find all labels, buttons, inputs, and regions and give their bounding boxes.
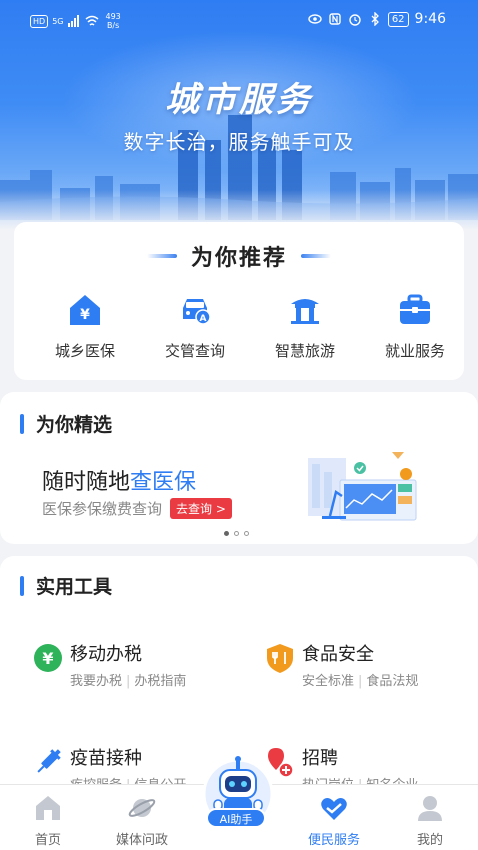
promo-headline-text: 随时随地 — [42, 470, 131, 495]
recommend-label: 智慧旅游 — [274, 342, 335, 360]
promo-subline: 医保参保缴费查询 去查询 > — [42, 498, 232, 519]
briefcase-icon — [400, 294, 430, 324]
featured-title: 为你精选 — [36, 414, 113, 436]
recommend-title: 为你推荐 — [190, 246, 287, 271]
promo-headline[interactable]: 随时随地查医保 — [42, 464, 196, 496]
recommend-header: 为你推荐 — [14, 240, 464, 272]
recommend-item-traffic-query[interactable]: A 交管查询 — [146, 292, 244, 361]
recommend-item-smart-tourism[interactable]: 智慧旅游 — [256, 292, 354, 361]
svg-text:A: A — [200, 314, 207, 324]
ai-assistant-label[interactable]: AI助手 — [206, 808, 266, 828]
section-bar — [20, 413, 24, 434]
featured-header: 为你精选 — [20, 410, 112, 437]
clock: 9:46 — [414, 11, 446, 27]
medical-insurance-icon: ¥ — [70, 295, 100, 325]
tool-link[interactable]: 我要办税 — [70, 674, 122, 689]
home-indicator — [0, 846, 478, 850]
carousel-dot[interactable] — [234, 531, 239, 536]
nav-media-politics[interactable]: 媒体问政 — [102, 793, 182, 848]
signal-type: 5G — [52, 16, 64, 26]
car-icon: A — [183, 299, 211, 325]
tool-name: 疫苗接种 — [70, 748, 142, 769]
tool-mobile-tax[interactable]: ¥ 移动办税 我要办税 | 办税指南 — [32, 640, 242, 700]
recommend-item-employment[interactable]: 就业服务 — [366, 292, 464, 361]
title-deco-right — [301, 254, 331, 258]
signal-icon — [68, 15, 80, 27]
carousel-dot-active[interactable] — [224, 531, 229, 536]
nav-home[interactable]: 首页 — [8, 793, 88, 848]
hero-subtitle: 数字长治，服务触手可及 — [123, 130, 355, 154]
hero-title: 城市服务 — [165, 80, 313, 120]
carousel-dots — [224, 531, 249, 536]
nav-mine[interactable]: 我的 — [390, 793, 470, 848]
speed-unit: B/s — [106, 21, 120, 30]
recommend-card: 为你推荐 ¥ 城乡医保 A 交管查询 智慧旅游 就业服务 — [14, 222, 464, 380]
tax-icon: ¥ — [34, 644, 62, 672]
carousel-dot[interactable] — [244, 531, 249, 536]
wifi-icon — [86, 15, 99, 26]
user-icon — [418, 796, 442, 821]
tool-name: 食品安全 — [302, 644, 374, 665]
tool-desc: 安全标准 | 食品法规 — [302, 670, 418, 689]
speed-value: 493 — [105, 12, 121, 21]
status-right: 62 9:46 — [308, 11, 446, 27]
planet-icon — [128, 799, 156, 817]
nav-convenience-services[interactable]: 便民服务 — [294, 793, 374, 848]
battery-indicator: 62 — [387, 11, 409, 27]
pavilion-icon — [291, 299, 319, 324]
food-safety-icon — [267, 644, 293, 673]
dashboard-illustration — [308, 452, 417, 521]
tool-link[interactable]: 办税指南 — [134, 674, 186, 689]
syringe-icon — [37, 749, 61, 773]
tool-desc: 我要办税 | 办税指南 — [70, 670, 186, 689]
tool-name: 招聘 — [302, 748, 338, 769]
tool-link[interactable]: 安全标准 — [302, 674, 354, 689]
tool-food-safety[interactable]: 食品安全 安全标准 | 食品法规 — [264, 640, 474, 700]
tools-header: 实用工具 — [20, 572, 112, 599]
tools-title: 实用工具 — [36, 576, 113, 598]
divider: | — [358, 674, 363, 689]
tool-name: 移动办税 — [70, 644, 142, 665]
svg-text:¥: ¥ — [80, 307, 90, 323]
title-deco-left — [146, 254, 177, 258]
recommend-grid: ¥ 城乡医保 A 交管查询 智慧旅游 就业服务 — [14, 292, 464, 361]
status-left: HD 5G 493 B/s — [30, 12, 121, 30]
promo-headline-highlight: 查医保 — [130, 470, 197, 495]
tool-link[interactable]: 食品法规 — [366, 674, 418, 689]
heart-hands-icon — [321, 798, 347, 820]
recommend-label: 交管查询 — [164, 342, 225, 360]
recommend-label: 就业服务 — [384, 342, 445, 360]
promo-subtitle: 医保参保缴费查询 — [42, 500, 163, 518]
recommend-item-medical-insurance[interactable]: ¥ 城乡医保 — [36, 292, 134, 361]
home-icon — [36, 796, 60, 820]
alarm-icon — [349, 14, 361, 26]
bluetooth-icon — [371, 12, 379, 26]
featured-card: 为你精选 随时随地查医保 医保参保缴费查询 去查询 > — [0, 392, 478, 544]
recommend-label: 城乡医保 — [54, 342, 115, 360]
network-speed: 493 B/s — [105, 12, 120, 30]
section-bar — [20, 575, 24, 596]
eye-icon — [308, 14, 322, 24]
nfc-icon — [329, 13, 341, 25]
divider: | — [126, 674, 131, 689]
query-button[interactable]: 去查询 > — [170, 498, 232, 519]
status-bar: HD 5G 493 B/s 62 9:46 — [0, 0, 478, 40]
svg-text:¥: ¥ — [42, 649, 53, 668]
hd-badge: HD — [30, 14, 49, 28]
